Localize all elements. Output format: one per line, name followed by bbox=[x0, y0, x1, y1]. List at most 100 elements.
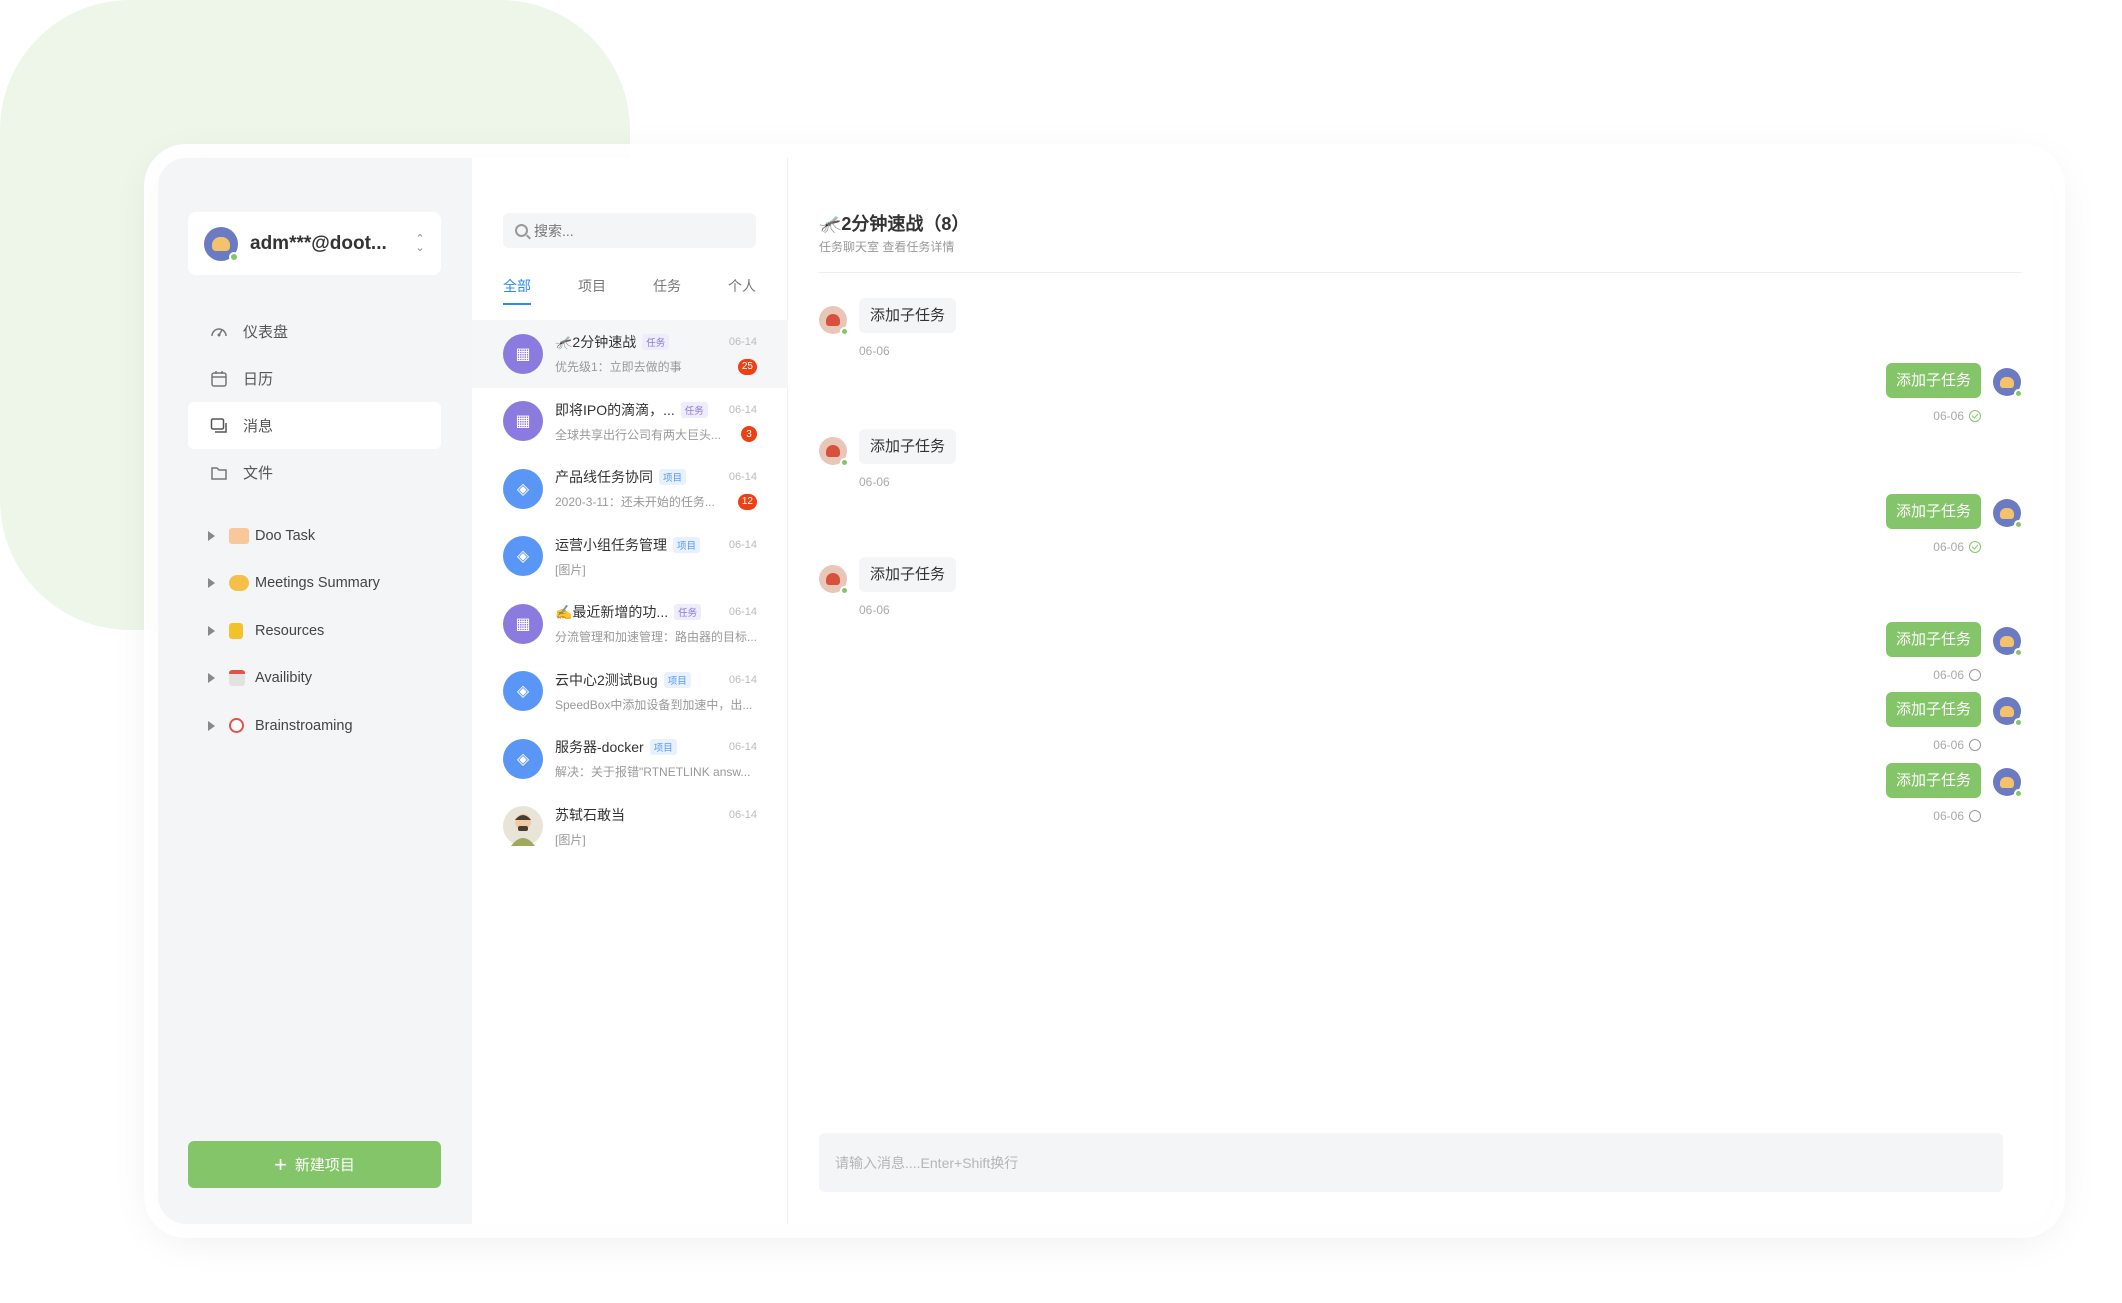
message-meta: 06-06 bbox=[1933, 409, 1981, 423]
nav-item-files[interactable]: 文件 bbox=[188, 449, 441, 496]
message-outgoing: 添加子任务 06-06 bbox=[1885, 692, 2023, 752]
thread-item[interactable]: ◈ 云中心2测试Bug 项目 06-14 SpeedBox中添加设备到加速中，出… bbox=[472, 658, 788, 726]
project-item-brainstroaming[interactable]: Brainstroaming bbox=[208, 702, 448, 750]
self-avatar bbox=[1993, 627, 2023, 657]
project-item-doo-task[interactable]: Doo Task bbox=[208, 512, 448, 560]
app-window: adm***@doot... ⌃ ⌄ 仪表盘 日历 消息 文件 Doo Task… bbox=[158, 158, 2051, 1224]
user-avatar-icon bbox=[503, 806, 543, 847]
project-item-availibity[interactable]: Availibity bbox=[208, 655, 448, 703]
message-outgoing: 添加子任务 06-06 bbox=[1885, 363, 2023, 423]
thread-date: 06-14 bbox=[728, 336, 757, 349]
conversation-list-panel: 全部 项目 任务 个人 ▦ 🦟2分钟速战 任务 06-14 优先级1：立即去做的… bbox=[472, 158, 788, 1224]
tab-all[interactable]: 全部 bbox=[503, 276, 531, 305]
thread-item[interactable]: ▦ 🦟2分钟速战 任务 06-14 优先级1：立即去做的事 25 bbox=[472, 320, 788, 388]
unread-badge: 3 bbox=[741, 426, 757, 443]
search-box[interactable] bbox=[503, 213, 756, 248]
unread-badge: 25 bbox=[737, 358, 757, 375]
plus-icon: + bbox=[274, 1151, 287, 1177]
thread-tag: 项目 bbox=[659, 469, 687, 486]
project-item-meetings-summary[interactable]: Meetings Summary bbox=[208, 560, 448, 608]
thread-title: 即将IPO的滴滴，... bbox=[555, 401, 675, 418]
account-name: adm***@doot... bbox=[250, 232, 387, 254]
self-avatar bbox=[1993, 368, 2023, 398]
caret-right-icon[interactable] bbox=[208, 673, 215, 684]
dashboard-icon bbox=[210, 323, 228, 341]
calendar-icon bbox=[210, 370, 228, 388]
sender-avatar bbox=[819, 565, 849, 595]
message-meta: 06-06 bbox=[1933, 738, 1981, 752]
thread-date: 06-14 bbox=[728, 741, 757, 754]
tab-personal[interactable]: 个人 bbox=[728, 276, 756, 305]
alarm-clock-icon bbox=[229, 718, 244, 734]
thread-tag: 任务 bbox=[642, 334, 670, 351]
message-time: 06-06 bbox=[1933, 540, 1964, 554]
search-icon bbox=[515, 224, 528, 237]
chat-panel: 🦟2分钟速战（8） 任务聊天室 查看任务详情 添加子任务 06-06 添加子任务… bbox=[788, 158, 2051, 1224]
read-check-icon bbox=[1969, 410, 1981, 422]
message-outgoing: 添加子任务 06-06 bbox=[1885, 763, 2023, 823]
task-icon: ▦ bbox=[503, 603, 543, 644]
search-input[interactable] bbox=[534, 222, 734, 239]
thread-item[interactable]: ◈ 服务器-docker 项目 06-14 解决：关于报错"RTNETLINK … bbox=[472, 725, 788, 793]
thread-title: 产品线任务协同 bbox=[555, 469, 653, 486]
message-input-box[interactable] bbox=[819, 1133, 2003, 1192]
thread-title: ✍️最近新增的功... bbox=[555, 604, 669, 621]
account-switcher[interactable]: adm***@doot... ⌃ ⌄ bbox=[188, 212, 441, 275]
thread-item[interactable]: 苏轼石敢当 06-14 [图片] bbox=[472, 793, 788, 861]
thread-date: 06-14 bbox=[728, 673, 757, 686]
message-bubble: 添加子任务 bbox=[1885, 622, 1981, 657]
thread-item[interactable]: ◈ 运营小组任务管理 项目 06-14 [图片] bbox=[472, 523, 788, 591]
thread-title: 云中心2测试Bug bbox=[555, 671, 658, 688]
self-avatar bbox=[1993, 768, 2023, 798]
nav-label: 文件 bbox=[243, 465, 274, 482]
divider bbox=[819, 272, 2021, 273]
thread-item[interactable]: ◈ 产品线任务协同 项目 06-14 2020-3-11：还未开始的任务... … bbox=[472, 455, 788, 523]
sidebar: adm***@doot... ⌃ ⌄ 仪表盘 日历 消息 文件 Doo Task… bbox=[158, 158, 472, 1224]
message-input[interactable] bbox=[835, 1154, 1987, 1171]
self-avatar bbox=[1993, 499, 2023, 529]
project-item-resources[interactable]: Resources bbox=[208, 607, 448, 655]
calendar-emoji-icon bbox=[229, 670, 245, 687]
project-layers-icon: ◈ bbox=[503, 468, 543, 509]
tab-tasks[interactable]: 任务 bbox=[653, 276, 681, 305]
nav-label: 日历 bbox=[243, 371, 274, 388]
caret-right-icon[interactable] bbox=[208, 578, 215, 589]
project-label: Meetings Summary bbox=[255, 575, 380, 592]
message-time: 06-06 bbox=[859, 344, 890, 358]
nav-label: 仪表盘 bbox=[243, 324, 289, 341]
chat-subtitle[interactable]: 任务聊天室 查看任务详情 bbox=[819, 238, 954, 255]
task-icon: ▦ bbox=[503, 401, 543, 442]
message-meta: 06-06 bbox=[1933, 540, 1981, 554]
new-project-button[interactable]: + 新建项目 bbox=[188, 1141, 441, 1188]
tab-projects[interactable]: 项目 bbox=[578, 276, 606, 305]
message-incoming: 添加子任务 06-06 bbox=[819, 298, 957, 358]
sender-avatar bbox=[819, 306, 849, 336]
thread-tag: 任务 bbox=[674, 604, 702, 621]
message-bubble: 添加子任务 bbox=[859, 557, 957, 592]
caret-right-icon[interactable] bbox=[208, 625, 215, 636]
thread-preview: 2020-3-11：还未开始的任务... bbox=[555, 495, 715, 510]
message-time: 06-06 bbox=[859, 603, 890, 617]
message-bubble: 添加子任务 bbox=[859, 429, 957, 464]
online-status-dot bbox=[229, 251, 239, 262]
caret-right-icon[interactable] bbox=[208, 720, 215, 731]
project-layers-icon: ◈ bbox=[503, 671, 543, 712]
nav-item-messages[interactable]: 消息 bbox=[188, 402, 441, 449]
thread-title: 🦟2分钟速战 bbox=[555, 334, 637, 351]
ticket-icon bbox=[229, 527, 249, 544]
caret-right-icon[interactable] bbox=[208, 530, 215, 541]
thread-item[interactable]: ▦ ✍️最近新增的功... 任务 06-14 分流管理和加速管理：路由器的目标.… bbox=[472, 590, 788, 658]
thread-item[interactable]: ▦ 即将IPO的滴滴，... 任务 06-14 全球共享出行公司有两大巨头...… bbox=[472, 388, 788, 456]
unread-circle-icon bbox=[1969, 739, 1981, 751]
unread-circle-icon bbox=[1969, 810, 1981, 822]
thread-tag: 任务 bbox=[680, 401, 708, 418]
message-outgoing: 添加子任务 06-06 bbox=[1885, 494, 2023, 554]
project-label: Brainstroaming bbox=[255, 717, 353, 734]
nav-item-dashboard[interactable]: 仪表盘 bbox=[188, 308, 441, 355]
thread-preview: [图片] bbox=[555, 562, 586, 577]
thread-preview: 优先级1：立即去做的事 bbox=[555, 360, 682, 375]
nav-item-calendar[interactable]: 日历 bbox=[188, 355, 441, 402]
project-tree: Doo Task Meetings Summary Resources Avai… bbox=[208, 512, 448, 750]
thread-preview: 全球共享出行公司有两大巨头... bbox=[555, 427, 722, 442]
thread-preview: [图片] bbox=[555, 832, 586, 847]
